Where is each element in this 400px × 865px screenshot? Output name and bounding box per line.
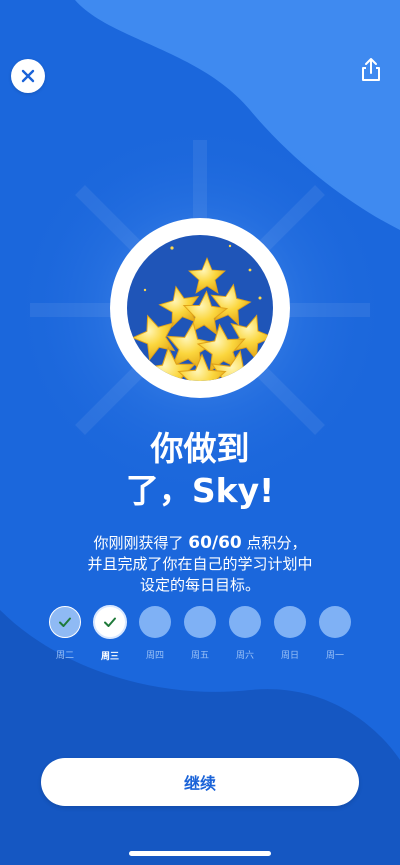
share-icon xyxy=(362,58,380,81)
share-button[interactable] xyxy=(357,56,385,84)
day-label: 周六 xyxy=(235,651,254,661)
day-item: 周一 xyxy=(318,606,352,661)
day-dot xyxy=(319,606,351,638)
day-label: 周五 xyxy=(190,651,209,661)
day-label: 周一 xyxy=(325,651,344,661)
achievement-message: 你刚刚获得了 60/60 点积分，并且完成了你在自己的学习计划中设定的每日目标。 xyxy=(86,533,314,596)
close-icon xyxy=(21,69,35,83)
day-label: 周三 xyxy=(100,652,119,662)
day-dot xyxy=(229,606,261,638)
points-value: 60/60 xyxy=(188,533,242,553)
day-item: 周日 xyxy=(273,606,307,661)
day-item: 周六 xyxy=(228,606,262,661)
day-label: 周二 xyxy=(55,651,74,661)
home-indicator xyxy=(129,851,271,856)
day-item: 周四 xyxy=(138,606,172,661)
day-item: 周三 xyxy=(93,605,127,662)
title-line-1: 你做到 xyxy=(150,429,250,468)
day-label: 周日 xyxy=(280,651,299,661)
message-prefix: 你刚刚获得了 xyxy=(93,534,189,552)
day-dot xyxy=(184,606,216,638)
day-dot-completed xyxy=(49,606,81,638)
day-dot xyxy=(274,606,306,638)
day-dot-completed xyxy=(93,605,127,639)
check-icon xyxy=(59,617,71,627)
check-icon xyxy=(104,617,116,627)
close-button[interactable] xyxy=(11,59,45,93)
achievement-medal xyxy=(110,218,290,398)
title-line-2: 了，Sky! xyxy=(125,471,275,510)
day-label: 周四 xyxy=(145,651,164,661)
weekly-progress: 周二 周三 周四 周五 周六 周日 周一 xyxy=(48,605,352,666)
title: 你做到 了，Sky! xyxy=(0,428,400,512)
continue-button[interactable]: 继续 xyxy=(41,758,359,806)
day-item: 周二 xyxy=(48,606,82,661)
day-item: 周五 xyxy=(183,606,217,661)
day-dot xyxy=(139,606,171,638)
